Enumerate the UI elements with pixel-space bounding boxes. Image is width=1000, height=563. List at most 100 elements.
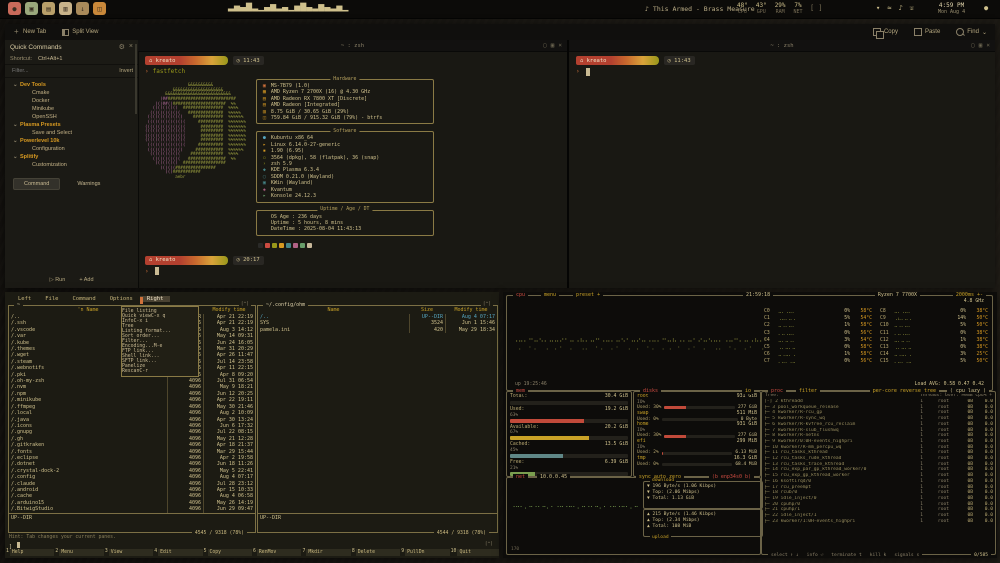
find-button[interactable]: Find ⌄: [948, 28, 995, 36]
disk-gauge: [664, 434, 736, 438]
sensor-widgets: 48° CPU 43° GPU 29% RAM 7% NET: [737, 2, 803, 16]
info-control[interactable]: info ⏎: [807, 553, 824, 558]
fkey-button[interactable]: 3 View: [104, 549, 154, 556]
proc-mode[interactable]: ⟨ cpu lazy ⟩: [946, 388, 989, 394]
tree-item[interactable]: ⌄ Splitify: [5, 153, 138, 161]
net-scale: 170: [511, 547, 520, 552]
app-launcher-icon[interactable]: ●: [8, 2, 21, 15]
dropdown-item[interactable]: RescanC-r: [122, 369, 198, 374]
select-control[interactable]: select ↑ ↓: [771, 553, 799, 558]
file-row[interactable]: /.BitwigStudio 4096 Jun 29 09:47: [9, 506, 255, 513]
app-launcher-icon[interactable]: ▤: [42, 2, 55, 15]
pane-control-icon[interactable]: ×: [986, 42, 990, 49]
preset-button[interactable]: preset +: [573, 292, 604, 298]
tree-item[interactable]: Configuration: [5, 145, 138, 153]
tray-icon[interactable]: ☏: [910, 4, 914, 12]
split-view-button[interactable]: Split View: [54, 24, 106, 40]
io-toggle[interactable]: io: [741, 388, 754, 394]
sensor-widget[interactable]: 7% NET: [794, 2, 803, 16]
tree-item[interactable]: Cmake: [5, 89, 138, 97]
fkey-button[interactable]: 6 RenMov: [252, 549, 302, 556]
app-launcher-icon[interactable]: ▣: [25, 2, 38, 15]
clock-widget[interactable]: 4:59 PM Mon Aug 4: [938, 2, 965, 16]
mem-gauge: [510, 454, 628, 459]
process-row[interactable]: ├─ 23 kworker/1:0H-events_highpri 1 root 0B…: [764, 519, 993, 525]
panel-path: ~: [14, 302, 24, 308]
gear-icon[interactable]: ⚙: [119, 43, 125, 51]
tree-item[interactable]: Customization: [5, 161, 138, 169]
pane-control-icon[interactable]: ▢: [543, 42, 547, 49]
app-launcher-icon[interactable]: ↓: [76, 2, 89, 15]
mem-box: mem Total: 30.4 GiB Used: 19.2 GiB 63% Ava…: [506, 388, 632, 477]
net-interface[interactable]: ⟨b enp34s0 b⟩: [708, 474, 754, 480]
tree-item[interactable]: Docker: [5, 97, 138, 105]
core-row: C7 ⡀⣀⡀⢀⣀ 0% 56°C: [764, 359, 872, 365]
terminate-control[interactable]: terminate t: [831, 553, 861, 558]
sensor-widget[interactable]: 48° CPU: [737, 2, 748, 16]
add-button[interactable]: + Add: [79, 277, 93, 283]
mc-right-panel[interactable]: ~/.config/ohm [^] Name Size Modify time /.…: [257, 302, 498, 536]
fkey-button[interactable]: 7 Mkdir: [301, 549, 351, 556]
menu-item[interactable]: Right: [139, 295, 171, 304]
filter-input[interactable]: [10, 67, 84, 75]
update-interval[interactable]: 2000ms +-: [952, 292, 986, 298]
sensor-widget[interactable]: 43° GPU: [756, 2, 767, 16]
kill-control[interactable]: kill k: [870, 553, 887, 558]
notification-bell-icon[interactable]: ●: [984, 4, 988, 12]
terminal-pane-left[interactable]: ~ : zsh ▢ ▣ × ⌂ kreato ◷ 11:43 › fastfetch…: [138, 40, 569, 288]
filter-button[interactable]: filter: [796, 388, 821, 394]
menu-button[interactable]: menu: [541, 292, 560, 298]
cpu-title: cpu: [516, 292, 526, 298]
prompt-gradient: [179, 56, 228, 65]
pane-control-icon[interactable]: ▣: [979, 42, 983, 49]
pane-control-icon[interactable]: ×: [558, 42, 562, 49]
tab-command[interactable]: Command: [13, 178, 61, 190]
tree-item[interactable]: Save and Select: [5, 129, 138, 137]
file-row[interactable]: pamela.ini 420 May 29 18:34: [258, 326, 497, 334]
command-line-cursor: ›: [576, 67, 988, 76]
menu-item[interactable]: Left: [11, 296, 38, 302]
fkey-button[interactable]: 9 PullDn: [400, 549, 450, 556]
menu-item[interactable]: Options: [103, 296, 140, 302]
app-launcher-icon[interactable]: ▥: [59, 2, 72, 15]
tree-item[interactable]: OpenSSH: [5, 113, 138, 121]
menu-item[interactable]: Command: [66, 296, 103, 302]
history-mark[interactable]: [^]: [485, 542, 493, 547]
disk-entry: efi 299 MiB IO% Used: 2% 6.13 MiB: [637, 439, 757, 456]
invert-toggle[interactable]: Invert: [119, 68, 133, 74]
mc-menubar: Left File Command Options Right: [5, 292, 499, 305]
fkey-button[interactable]: 2 Menu: [54, 549, 104, 556]
shell-prompt: ⌂ kreato ◷ 11:43: [576, 56, 988, 65]
tree-item[interactable]: ⌄ Plasma Presets: [5, 121, 138, 129]
tray-icon[interactable]: ▾: [876, 4, 880, 12]
fkey-button[interactable]: 4 Edit: [153, 549, 203, 556]
text-cursor: [17, 542, 21, 548]
signals-control[interactable]: signals s: [894, 553, 919, 558]
tree-item[interactable]: Minikube: [5, 105, 138, 113]
tray-icon[interactable]: ≈: [887, 4, 891, 12]
sensor-widget[interactable]: 29% RAM: [775, 2, 786, 16]
pane-control-icon[interactable]: ▢: [971, 42, 975, 49]
copy-button[interactable]: Copy: [865, 28, 906, 39]
fkey-button[interactable]: 5 Copy: [203, 549, 253, 556]
new-tab-button[interactable]: New Tab: [5, 24, 54, 40]
fkey-button[interactable]: 8 Delete: [351, 549, 401, 556]
fkey-button[interactable]: 1 Help: [5, 549, 55, 556]
terminal-pane-right[interactable]: ~ : zsh ▢ ▣ × ⌂ kreato ◷ 11:43 ›: [569, 40, 995, 288]
close-icon[interactable]: ×: [129, 43, 133, 51]
menu-item[interactable]: File: [38, 296, 65, 302]
app-launcher-icon[interactable]: ◫: [93, 2, 106, 15]
pane-control-icon[interactable]: ▣: [551, 42, 555, 49]
core-row: C1 ⢀⣀⡀⣀⢀ 5% 54°C: [764, 316, 872, 322]
fkey-button[interactable]: 10 Quit: [450, 549, 500, 556]
sidebar-scrollbar[interactable]: [135, 44, 137, 114]
paste-button[interactable]: Paste: [906, 28, 948, 36]
audio-visualizer: ▂▄▃▆▂▁▃▅▂▃▁▄▆▃▂▅▃▂▄▁: [228, 1, 349, 12]
tab-warnings[interactable]: Warnings: [66, 178, 111, 190]
run-button[interactable]: ▷ Run: [49, 277, 65, 283]
tray-icon[interactable]: ♪: [898, 4, 902, 12]
palette-dot: [299, 242, 305, 248]
proc-options[interactable]: per-core reverse tree: [869, 388, 939, 394]
tree-item[interactable]: ⌄ Powerlevel 10k: [5, 137, 138, 145]
tree-item[interactable]: ⌄ Dev Tools: [5, 81, 138, 89]
